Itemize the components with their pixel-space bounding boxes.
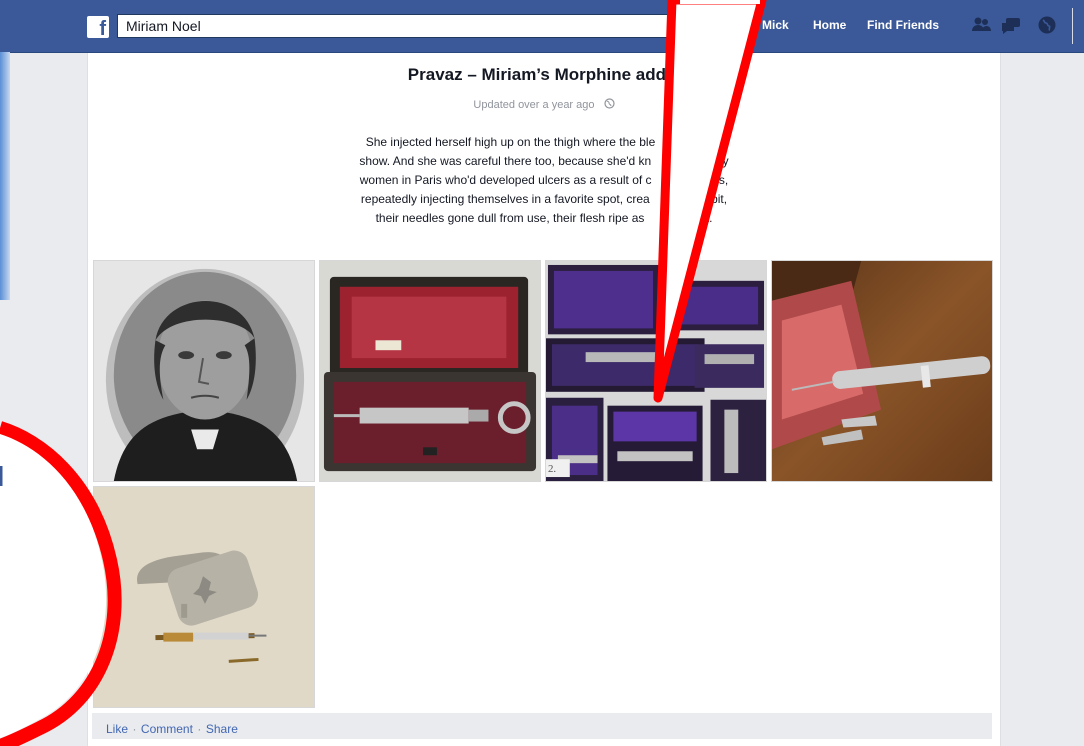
separator: · — [197, 722, 202, 736]
note-body-line: show. And she was careful there too, bec… — [359, 154, 729, 168]
note-footer-bar: Like · Comment · Share — [92, 713, 992, 739]
note-body-line: women in Paris who'd developed ulcers as… — [359, 173, 729, 187]
nav-home-link[interactable]: Home — [813, 18, 846, 32]
photo-syringe-wood[interactable] — [771, 260, 993, 482]
share-link[interactable]: Share — [206, 722, 238, 736]
note-actions: Like · Comment · Share — [106, 720, 238, 738]
silver-case-image — [94, 487, 314, 707]
purple-cases-image: 2. — [546, 261, 766, 481]
note-body-line: repeatedly injecting themselves in a fav… — [360, 192, 728, 206]
photo-watermark: 2. — [548, 463, 556, 475]
note-title: Pravaz – Miriam’s Morphine addic — [407, 65, 681, 84]
photo-purple-cases[interactable]: 2. — [545, 260, 767, 482]
comment-link[interactable]: Comment — [141, 722, 193, 736]
messages-icon[interactable] — [1000, 14, 1022, 36]
note-card: Pravaz – Miriam’s Morphine addic Updated… — [87, 53, 1001, 746]
friend-requests-icon[interactable] — [970, 14, 992, 36]
syringe-wood-image — [772, 261, 992, 481]
search-icon[interactable] — [667, 18, 683, 34]
right-rail — [1000, 53, 1084, 746]
syringe-case-image — [320, 261, 540, 481]
note-body-line: their needles gone dull from use, their … — [375, 211, 713, 225]
nav-profile-link[interactable]: Mick — [762, 18, 789, 32]
nav-find-friends-link[interactable]: Find Friends — [867, 18, 939, 32]
left-edge-strip — [0, 52, 10, 300]
notifications-globe-icon[interactable] — [1036, 14, 1058, 36]
facebook-logo-icon[interactable]: f — [87, 16, 109, 38]
search-box[interactable] — [117, 14, 692, 38]
separator: · — [132, 722, 137, 736]
note-body-line: She injected herself high up on the thig… — [365, 135, 723, 149]
top-navigation-bar: f Mick Home Find Friends — [0, 0, 1084, 53]
like-link[interactable]: Like — [106, 722, 128, 736]
updated-text: Updated over a year ago — [473, 99, 595, 111]
topbar-divider — [1072, 8, 1073, 44]
photo-silver-case[interactable] — [93, 486, 315, 708]
note-body: She injected herself high up on the thig… — [313, 133, 775, 228]
note-updated: Updated over a year ago — [88, 98, 1000, 111]
photo-syringe-case[interactable] — [319, 260, 541, 482]
portrait-image — [94, 261, 314, 481]
search-input[interactable] — [126, 17, 646, 35]
globe-icon — [603, 98, 615, 109]
photo-portrait[interactable] — [93, 260, 315, 482]
